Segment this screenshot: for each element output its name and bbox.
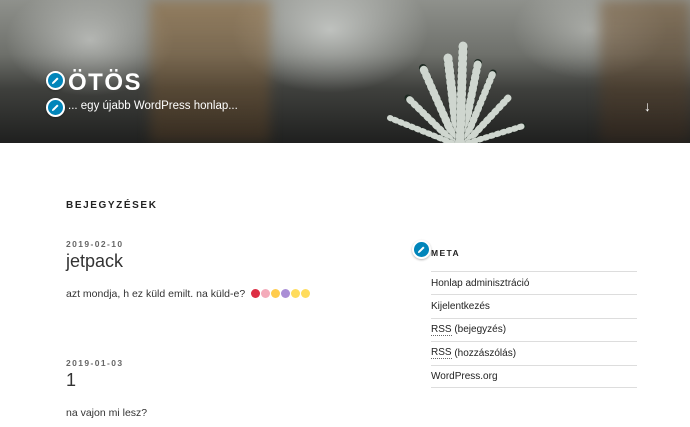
meta-link-label[interactable]: Honlap adminisztráció (431, 278, 529, 289)
rss-abbr[interactable]: RSS (431, 324, 452, 336)
site-title[interactable]: ÖTÖS (68, 69, 142, 97)
meta-link-rss-comments[interactable]: RSS (hozzászólás) (431, 341, 637, 364)
site-description: ... egy újabb WordPress honlap... (68, 100, 238, 112)
meta-link-label[interactable]: (hozzászólás) (452, 348, 516, 359)
post-excerpt-text: azt mondja, h ez küld emilt. na küld-e? (66, 288, 246, 300)
page-title: BEJEGYZÉSEK (66, 200, 158, 211)
post-title[interactable]: 1 (66, 370, 76, 391)
post-excerpt: azt mondja, h ez küld emilt. na küld-e? (66, 288, 311, 300)
meta-link-logout[interactable]: Kijelentkezés (431, 294, 637, 317)
post-date[interactable]: 2019-01-03 (66, 358, 123, 368)
edit-site-title-pencil-icon[interactable] (46, 71, 65, 90)
post-date[interactable]: 2019-02-10 (66, 239, 123, 249)
smiling-imp-icon (281, 289, 291, 298)
meta-links-list: Honlap adminisztráció Kijelentkezés RSS … (431, 271, 637, 388)
rss-abbr[interactable]: RSS (431, 347, 452, 360)
sparkling-heart-icon (261, 289, 271, 298)
red-heart-icon (251, 289, 261, 298)
edit-site-description-pencil-icon[interactable] (46, 98, 65, 117)
meta-link-wordpress-org[interactable]: WordPress.org (431, 364, 637, 388)
widget-title-meta: META (431, 248, 461, 258)
meta-link-rss-posts[interactable]: RSS (bejegyzés) (431, 317, 637, 341)
edit-widget-pencil-icon[interactable] (412, 240, 431, 259)
succulent-plant-image (387, 41, 526, 143)
post-title[interactable]: jetpack (66, 251, 123, 272)
scroll-down-arrow-icon[interactable]: ↓ (644, 99, 651, 113)
meta-link-label[interactable]: WordPress.org (431, 371, 498, 382)
site-header: ÖTÖS ... egy újabb WordPress honlap... ↓ (0, 0, 690, 143)
clapping-hands-icon (301, 289, 311, 298)
clapping-hands-icon (291, 289, 301, 298)
post-excerpt: na vajon mi lesz? (66, 407, 148, 419)
heart-eyes-icon (271, 289, 281, 298)
meta-link-label[interactable]: (bejegyzés) (452, 324, 506, 335)
meta-link-admin[interactable]: Honlap adminisztráció (431, 271, 637, 294)
emoji-row (251, 289, 311, 298)
meta-link-label[interactable]: Kijelentkezés (431, 301, 490, 312)
